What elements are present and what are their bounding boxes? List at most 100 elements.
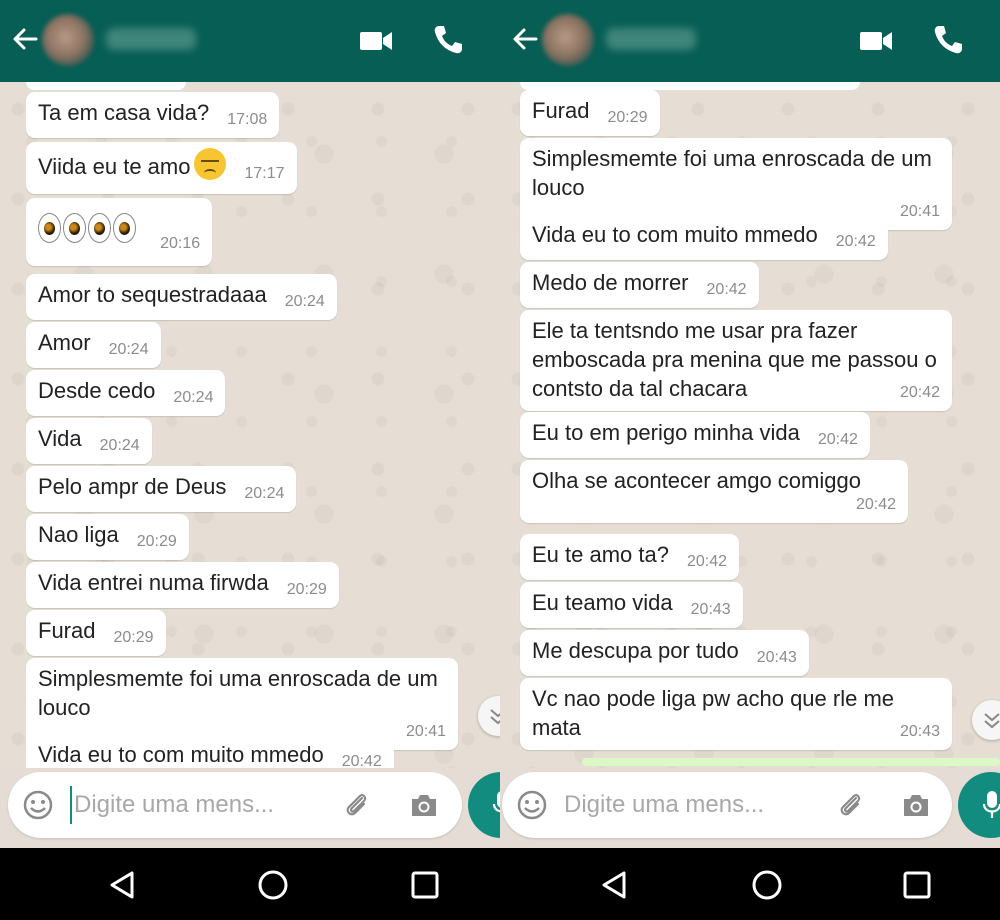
camera-icon[interactable] bbox=[408, 790, 440, 820]
partial-bubble bbox=[520, 82, 860, 90]
message-text: Furad bbox=[532, 98, 590, 123]
message-bubble[interactable]: Vc nao pode liga pw acho que rle me mata… bbox=[520, 678, 952, 750]
mic-icon bbox=[492, 791, 500, 813]
chat-header bbox=[0, 0, 500, 82]
message-bubble[interactable]: 20:16 bbox=[26, 198, 213, 266]
emoji-icon[interactable] bbox=[22, 789, 54, 821]
message-time: 20:24 bbox=[284, 293, 325, 310]
message-time: 20:29 bbox=[136, 533, 177, 550]
message-time: 20:43 bbox=[690, 601, 731, 618]
message-time: 20:43 bbox=[756, 649, 797, 666]
message-time: 17:08 bbox=[227, 111, 268, 128]
message-bubble[interactable]: Ta em casa vida? 17:08 bbox=[26, 92, 280, 138]
message-time: 20:24 bbox=[244, 485, 285, 502]
message-input[interactable] bbox=[70, 786, 300, 824]
scroll-down-button[interactable] bbox=[972, 700, 1000, 740]
nav-recents-icon[interactable] bbox=[408, 868, 442, 902]
emoji-icon[interactable] bbox=[516, 789, 548, 821]
disappointed-face-emoji bbox=[194, 148, 227, 180]
message-time: 20:29 bbox=[286, 581, 327, 598]
attach-icon[interactable] bbox=[836, 790, 866, 820]
message-text: Medo de morrer bbox=[532, 270, 689, 295]
message-bubble[interactable]: Eu teamo vida 20:43 bbox=[520, 582, 743, 628]
message-list[interactable]: Furad 20:29 Simplesmemte foi uma enroscad… bbox=[500, 82, 1000, 768]
video-call-icon[interactable] bbox=[358, 26, 394, 56]
scroll-down-icon bbox=[490, 709, 500, 725]
contact-name[interactable] bbox=[106, 28, 196, 50]
message-time: 20:43 bbox=[899, 723, 940, 740]
message-bubble[interactable]: Vida eu to com muito mmedo 20:42 bbox=[26, 734, 394, 768]
avatar[interactable] bbox=[42, 14, 94, 66]
message-time: 20:42 bbox=[899, 384, 940, 401]
message-bubble[interactable]: Furad 20:29 bbox=[520, 90, 660, 136]
eyes-emoji bbox=[38, 213, 136, 244]
message-text: Viida eu te amo bbox=[38, 154, 191, 179]
message-time: 20:16 bbox=[160, 235, 201, 252]
message-time: 17:17 bbox=[244, 165, 285, 182]
nav-back-icon[interactable] bbox=[106, 868, 140, 902]
nav-back-icon[interactable] bbox=[598, 868, 632, 902]
message-text: Simplesmemte foi uma enroscada de um lou… bbox=[532, 146, 932, 200]
message-list[interactable]: Ta em casa vida? 17:08 Viida eu te amo 17:… bbox=[0, 82, 500, 768]
message-bubble[interactable]: Medo de morrer 20:42 bbox=[520, 262, 759, 308]
message-time: 20:42 bbox=[835, 233, 876, 250]
contact-name[interactable] bbox=[606, 28, 696, 50]
message-bubble[interactable]: Vida 20:24 bbox=[26, 418, 152, 464]
message-bubble[interactable]: Pelo ampr de Deus 20:24 bbox=[26, 466, 297, 512]
chat-header bbox=[500, 0, 1000, 82]
message-bubble[interactable]: Amor 20:24 bbox=[26, 322, 161, 368]
partial-bubble bbox=[26, 82, 186, 90]
message-text: Amor bbox=[38, 330, 91, 355]
message-time: 20:42 bbox=[686, 553, 728, 570]
message-time: 20:42 bbox=[341, 753, 382, 768]
system-nav-bar bbox=[0, 848, 500, 920]
message-text: Vida entrei numa firwda bbox=[38, 570, 269, 595]
message-time: 20:29 bbox=[607, 109, 648, 126]
message-bubble[interactable]: Nao liga 20:29 bbox=[26, 514, 189, 560]
chat-screen-right: Furad 20:29 Simplesmemte foi uma enroscad… bbox=[500, 0, 1000, 848]
message-text: Vida bbox=[38, 426, 82, 451]
camera-icon[interactable] bbox=[900, 790, 932, 820]
message-bubble[interactable]: Me descupa por tudo 20:43 bbox=[520, 630, 809, 676]
message-bubble[interactable]: Olha se acontecer amgo comiggo 20:42 bbox=[520, 460, 908, 523]
message-bubble[interactable]: Vida eu to com muito mmedo 20:42 bbox=[520, 214, 888, 260]
message-text: Nao liga bbox=[38, 522, 119, 547]
message-text: Eu te amo ta? bbox=[532, 542, 669, 567]
phone-icon[interactable] bbox=[430, 22, 466, 58]
message-bubble[interactable]: Eu to em perigo minha vida 20:42 bbox=[520, 412, 870, 458]
nav-home-icon[interactable] bbox=[750, 868, 784, 902]
back-arrow-icon[interactable] bbox=[510, 24, 540, 54]
message-input[interactable] bbox=[564, 786, 794, 824]
back-arrow-icon[interactable] bbox=[10, 24, 40, 54]
message-text: Vida eu to com muito mmedo bbox=[532, 222, 818, 247]
attach-icon[interactable] bbox=[342, 790, 372, 820]
message-bubble[interactable]: Eu te amo ta? 20:42 bbox=[520, 534, 740, 580]
message-bubble[interactable]: Amor to sequestradaaa 20:24 bbox=[26, 274, 337, 320]
message-text: Eu teamo vida bbox=[532, 590, 673, 615]
message-composer bbox=[8, 772, 462, 838]
avatar[interactable] bbox=[542, 14, 594, 66]
message-text: Vida eu to com muito mmedo bbox=[38, 742, 324, 767]
nav-recents-icon[interactable] bbox=[900, 868, 934, 902]
message-text: Eu to em perigo minha vida bbox=[532, 420, 800, 445]
phone-icon[interactable] bbox=[930, 22, 966, 58]
message-composer bbox=[502, 772, 952, 838]
outgoing-bubble-edge bbox=[582, 758, 1000, 766]
message-bubble[interactable]: Desde cedo 20:24 bbox=[26, 370, 226, 416]
nav-home-icon[interactable] bbox=[256, 868, 290, 902]
mic-icon bbox=[982, 791, 1000, 818]
system-nav-bar bbox=[500, 848, 1000, 920]
message-time: 20:24 bbox=[173, 389, 214, 406]
message-time: 20:24 bbox=[99, 437, 140, 454]
message-bubble[interactable]: Ele ta tentsndo me usar pra fazer embosc… bbox=[520, 310, 952, 411]
message-time: 20:42 bbox=[706, 281, 747, 298]
scroll-down-button[interactable] bbox=[478, 696, 500, 736]
mic-button[interactable] bbox=[468, 772, 500, 838]
message-time: 20:42 bbox=[855, 496, 896, 513]
message-text: Pelo ampr de Deus bbox=[38, 474, 227, 499]
video-call-icon[interactable] bbox=[858, 26, 894, 56]
message-bubble[interactable]: Furad 20:29 bbox=[26, 610, 166, 656]
message-bubble[interactable]: Viida eu te amo 17:17 bbox=[26, 142, 297, 194]
mic-button[interactable] bbox=[958, 772, 1000, 838]
message-bubble[interactable]: Vida entrei numa firwda 20:29 bbox=[26, 562, 339, 608]
